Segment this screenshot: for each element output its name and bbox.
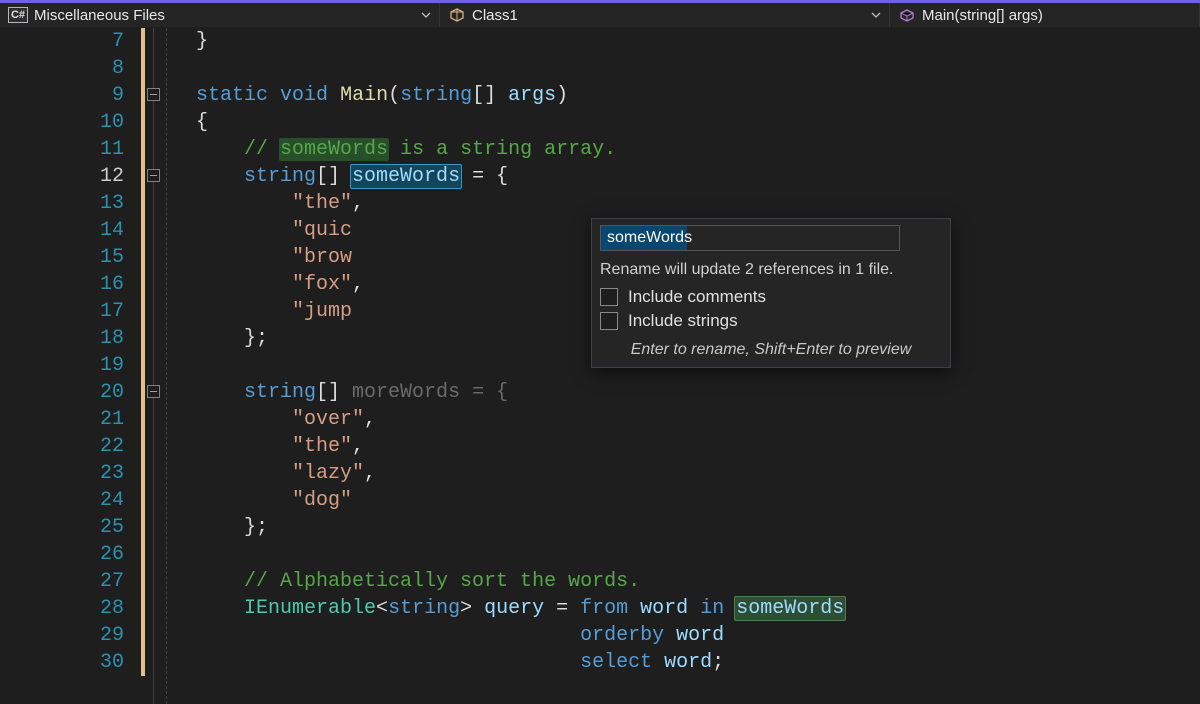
- line-number: 15: [0, 244, 134, 271]
- method-icon: [898, 6, 916, 24]
- line-number: 26: [0, 541, 134, 568]
- fold-toggle[interactable]: [147, 88, 160, 101]
- nav-member-scope[interactable]: Main(string[] args): [890, 3, 1200, 27]
- code-line[interactable]: "over",: [196, 406, 1200, 433]
- rename-status-message: Rename will update 2 references in 1 fil…: [600, 261, 942, 279]
- line-number: 20: [0, 379, 134, 406]
- fold-toggle[interactable]: [147, 385, 160, 398]
- line-number: 9: [0, 82, 134, 109]
- code-line[interactable]: "lazy",: [196, 460, 1200, 487]
- checkbox-icon: [600, 288, 618, 306]
- class-icon: [448, 6, 466, 24]
- line-number: 11: [0, 136, 134, 163]
- code-line[interactable]: };: [196, 514, 1200, 541]
- checkbox-label: Include comments: [628, 287, 766, 307]
- nav-class-label: Class1: [472, 7, 865, 24]
- code-line[interactable]: [196, 541, 1200, 568]
- checkbox-icon: [600, 312, 618, 330]
- line-number: 23: [0, 460, 134, 487]
- line-number: 18: [0, 325, 134, 352]
- nav-file-scope[interactable]: C# Miscellaneous Files: [0, 3, 440, 27]
- include-comments-checkbox[interactable]: Include comments: [600, 287, 942, 307]
- fold-gutter: [146, 28, 162, 704]
- fold-toggle[interactable]: [147, 169, 160, 182]
- line-number: 7: [0, 28, 134, 55]
- code-line[interactable]: IEnumerable<string> query = from word in…: [196, 595, 1200, 622]
- rename-input[interactable]: [600, 225, 900, 251]
- line-number: 17: [0, 298, 134, 325]
- rename-popup: Rename will update 2 references in 1 fil…: [591, 218, 951, 368]
- line-number: 13: [0, 190, 134, 217]
- code-line[interactable]: string[] moreWords = {: [196, 379, 1200, 406]
- line-number: 30: [0, 649, 134, 676]
- code-line[interactable]: select word;: [196, 649, 1200, 676]
- line-number: 25: [0, 514, 134, 541]
- line-number: 10: [0, 109, 134, 136]
- line-number: 21: [0, 406, 134, 433]
- code-line[interactable]: // someWords is a string array.: [196, 136, 1200, 163]
- rename-reference: someWords: [734, 596, 846, 621]
- line-number: 16: [0, 271, 134, 298]
- context-nav-bar: C# Miscellaneous Files Class1 Main(strin…: [0, 3, 1200, 28]
- code-line[interactable]: "the",: [196, 433, 1200, 460]
- code-line[interactable]: "dog": [196, 487, 1200, 514]
- code-line[interactable]: static void Main(string[] args): [196, 82, 1200, 109]
- checkbox-label: Include strings: [628, 311, 738, 331]
- include-strings-checkbox[interactable]: Include strings: [600, 311, 942, 331]
- rename-reference-comment: someWords: [279, 138, 389, 161]
- chevron-down-icon: [421, 10, 431, 20]
- line-number: 19: [0, 352, 134, 379]
- rename-definition: someWords: [350, 164, 462, 189]
- code-line[interactable]: [196, 55, 1200, 82]
- csharp-icon: C#: [8, 7, 28, 23]
- nav-file-label: Miscellaneous Files: [34, 7, 415, 24]
- line-number: 12: [0, 163, 134, 190]
- code-line[interactable]: // Alphabetically sort the words.: [196, 568, 1200, 595]
- code-line[interactable]: }: [196, 28, 1200, 55]
- nav-member-label: Main(string[] args): [922, 7, 1191, 24]
- line-number: 22: [0, 433, 134, 460]
- line-number: 24: [0, 487, 134, 514]
- line-number: 28: [0, 595, 134, 622]
- nav-class-scope[interactable]: Class1: [440, 3, 890, 27]
- indent-guide: [162, 28, 196, 704]
- code-line[interactable]: string[] someWords = {: [196, 163, 1200, 190]
- line-number: 14: [0, 217, 134, 244]
- code-line[interactable]: "the",: [196, 190, 1200, 217]
- line-number: 8: [0, 55, 134, 82]
- line-number: 29: [0, 622, 134, 649]
- line-number: 27: [0, 568, 134, 595]
- chevron-down-icon: [871, 10, 881, 20]
- rename-hint: Enter to rename, Shift+Enter to preview: [600, 341, 942, 359]
- code-line[interactable]: orderby word: [196, 622, 1200, 649]
- line-number-gutter: 7 8 9 10 11 12 13 14 15 16 17 18 19 20 2…: [0, 28, 140, 704]
- code-text-area[interactable]: } static void Main(string[] args) { // s…: [196, 28, 1200, 704]
- code-editor[interactable]: 7 8 9 10 11 12 13 14 15 16 17 18 19 20 2…: [0, 28, 1200, 704]
- code-line[interactable]: {: [196, 109, 1200, 136]
